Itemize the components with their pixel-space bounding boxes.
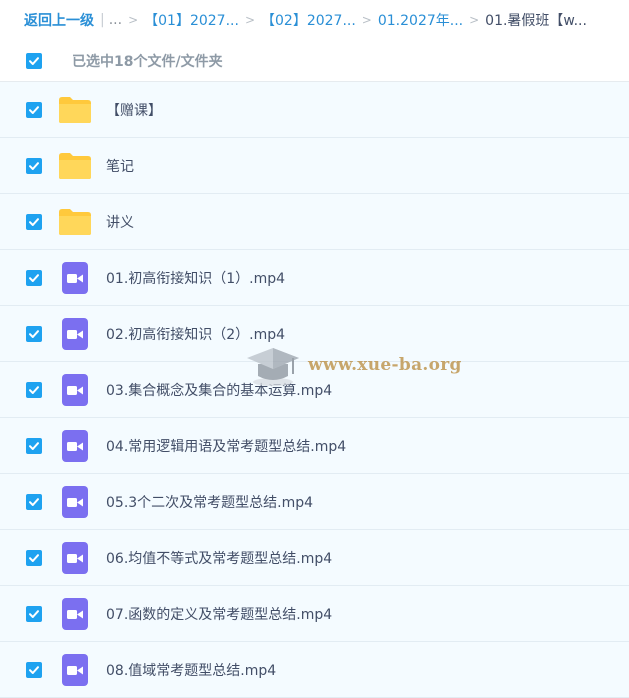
file-name[interactable]: 08.值域常考题型总结.mp4	[106, 660, 276, 680]
selection-count: 已选中18个文件/文件夹	[72, 53, 223, 70]
row-checkbox[interactable]	[26, 213, 42, 230]
breadcrumb-current: 01.暑假班【w...	[485, 13, 587, 29]
file-row[interactable]: 04.常用逻辑用语及常考题型总结.mp4	[0, 418, 629, 474]
check-icon	[29, 217, 39, 226]
video-file-icon	[58, 261, 92, 295]
back-link[interactable]: 返回上一级	[24, 10, 94, 30]
breadcrumb-divider: |	[100, 12, 105, 28]
check-icon	[29, 385, 39, 394]
row-checkbox[interactable]	[26, 157, 42, 174]
row-checkbox[interactable]	[26, 381, 42, 398]
breadcrumb-item-3[interactable]: 01.2027年...	[378, 10, 463, 30]
row-checkbox[interactable]	[26, 493, 42, 510]
breadcrumb-separator: >	[469, 13, 480, 27]
file-list: 【赠课】笔记讲义 01.初高衔接知识（1）.mp4 02.初高衔接知识（2）.mp4…	[0, 82, 629, 698]
file-row[interactable]: 01.初高衔接知识（1）.mp4	[0, 250, 629, 306]
breadcrumb-separator: >	[244, 13, 255, 27]
check-icon	[29, 665, 39, 674]
file-row[interactable]: 【赠课】	[0, 82, 629, 138]
row-checkbox[interactable]	[26, 325, 42, 342]
watermark: www.xue-ba.org	[244, 342, 462, 388]
file-name[interactable]: 05.3个二次及常考题型总结.mp4	[106, 492, 313, 512]
check-icon	[29, 273, 39, 282]
file-name[interactable]: 02.初高衔接知识（2）.mp4	[106, 324, 285, 344]
folder-icon	[58, 93, 92, 127]
row-checkbox[interactable]	[26, 605, 42, 622]
folder-icon	[58, 149, 92, 183]
check-icon	[29, 553, 39, 562]
file-row[interactable]: 笔记	[0, 138, 629, 194]
row-checkbox[interactable]	[26, 269, 42, 286]
check-icon	[29, 56, 39, 65]
row-checkbox[interactable]	[26, 437, 42, 454]
file-row[interactable]: 05.3个二次及常考题型总结.mp4	[0, 474, 629, 530]
video-file-icon	[58, 373, 92, 407]
check-icon	[29, 609, 39, 618]
file-name[interactable]: 笔记	[106, 156, 134, 176]
file-row[interactable]: 08.值域常考题型总结.mp4	[0, 642, 629, 698]
check-icon	[29, 441, 39, 450]
folder-icon	[58, 205, 92, 239]
graduation-cap-icon	[247, 348, 299, 386]
video-file-icon	[58, 485, 92, 519]
file-row[interactable]: 讲义	[0, 194, 629, 250]
breadcrumb-ellipsis[interactable]: ...	[109, 12, 122, 28]
video-file-icon	[58, 653, 92, 687]
file-name[interactable]: 07.函数的定义及常考题型总结.mp4	[106, 604, 332, 624]
breadcrumb: 返回上一级 | ... > 【01】2027... > 【02】2027... …	[0, 0, 629, 40]
file-name[interactable]: 06.均值不等式及常考题型总结.mp4	[106, 548, 332, 568]
file-row[interactable]: 06.均值不等式及常考题型总结.mp4	[0, 530, 629, 586]
video-file-icon	[58, 317, 92, 351]
file-name[interactable]: 【赠课】	[106, 100, 162, 120]
check-icon	[29, 161, 39, 170]
breadcrumb-item-1[interactable]: 【01】2027...	[144, 10, 239, 30]
file-name[interactable]: 04.常用逻辑用语及常考题型总结.mp4	[106, 436, 346, 456]
row-checkbox[interactable]	[26, 101, 42, 118]
selection-header: 已选中18个文件/文件夹	[0, 40, 629, 82]
video-file-icon	[58, 429, 92, 463]
breadcrumb-separator: >	[361, 13, 372, 27]
video-file-icon	[58, 597, 92, 631]
breadcrumb-separator: >	[128, 13, 139, 27]
video-file-icon	[58, 541, 92, 575]
breadcrumb-item-2[interactable]: 【02】2027...	[261, 10, 356, 30]
file-name[interactable]: 讲义	[106, 212, 134, 232]
row-checkbox[interactable]	[26, 549, 42, 566]
row-checkbox[interactable]	[26, 661, 42, 678]
check-icon	[29, 105, 39, 114]
file-name[interactable]: 01.初高衔接知识（1）.mp4	[106, 268, 285, 288]
file-row[interactable]: 07.函数的定义及常考题型总结.mp4	[0, 586, 629, 642]
select-all-checkbox[interactable]	[26, 52, 42, 69]
check-icon	[29, 329, 39, 338]
check-icon	[29, 497, 39, 506]
watermark-text: www.xue-ba.org	[308, 355, 462, 375]
